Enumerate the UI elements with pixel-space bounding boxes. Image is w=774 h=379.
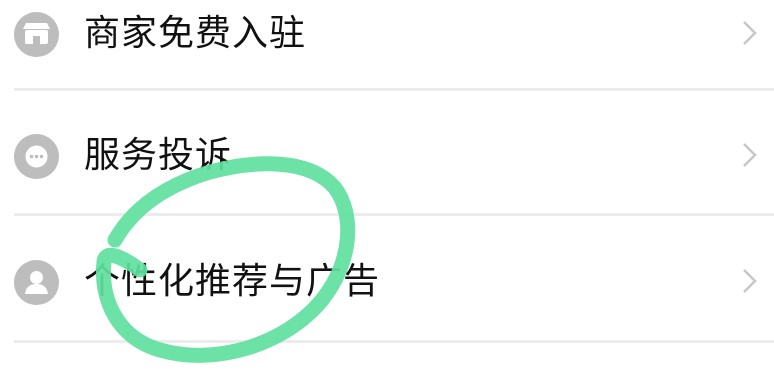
chevron-right-icon <box>743 269 757 293</box>
menu-item-label: 个性化推荐与广告 <box>84 261 381 302</box>
divider <box>14 340 774 343</box>
chat-bubble-icon <box>14 134 59 179</box>
menu-item-service-complaint[interactable]: 服务投诉 <box>0 104 774 204</box>
divider <box>14 213 774 216</box>
divider <box>14 88 774 91</box>
menu-item-merchant-join[interactable]: 商家免费入驻 <box>0 0 774 82</box>
chevron-right-icon <box>743 21 757 45</box>
settings-menu: 商家免费入驻 服务投诉 个性化推荐与广告 <box>0 0 774 379</box>
menu-item-personalized-recommendations[interactable]: 个性化推荐与广告 <box>0 230 774 330</box>
chevron-right-icon <box>743 143 757 167</box>
menu-item-label: 服务投诉 <box>84 135 233 176</box>
menu-item-label: 商家免费入驻 <box>84 13 307 54</box>
shop-icon <box>14 12 59 57</box>
user-icon <box>14 260 59 305</box>
